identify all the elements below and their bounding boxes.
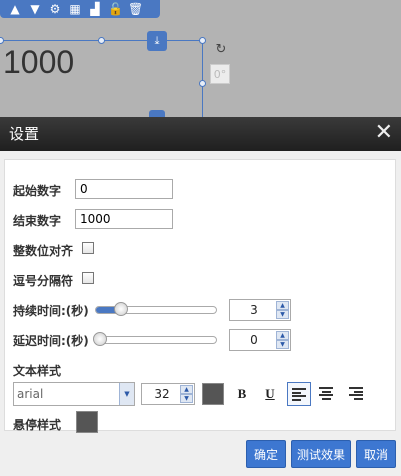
chevron-down-icon[interactable]: ▼: [119, 383, 134, 405]
comma-separator-label: 逗号分隔符: [13, 274, 74, 288]
dialog-title: 设置: [9, 125, 40, 143]
duration-label: 持续时间:(秒): [13, 304, 89, 318]
delay-slider-thumb[interactable]: [93, 332, 107, 346]
spin-down-icon[interactable]: ▼: [180, 394, 193, 403]
close-icon[interactable]: ✕: [375, 120, 393, 146]
spin-down-icon[interactable]: ▼: [276, 340, 289, 349]
font-family-value: arial: [17, 387, 44, 401]
duration-value: 3: [250, 303, 258, 317]
counter-number-display: 1000: [3, 44, 75, 80]
start-number-input[interactable]: [75, 179, 173, 199]
text-color-swatch[interactable]: [202, 383, 224, 405]
align-center-button[interactable]: [315, 382, 339, 406]
duration-slider[interactable]: [95, 302, 217, 316]
delay-spinner[interactable]: 0 ▲ ▼: [229, 329, 291, 351]
delay-slider[interactable]: [93, 332, 217, 346]
chevron-down-icon[interactable]: ▼: [28, 1, 42, 17]
end-number-label: 结束数字: [13, 214, 62, 228]
align-left-button[interactable]: [287, 382, 311, 406]
element-toolbar: ▲ ▼ ⚙ ▦ ▟ 🔓 🗑: [0, 0, 160, 18]
end-number-input[interactable]: [75, 209, 173, 229]
underline-button[interactable]: U: [258, 382, 282, 406]
font-family-select[interactable]: arial ▼: [13, 382, 135, 406]
align-right-button[interactable]: [345, 382, 369, 406]
align-center-icon: [319, 387, 333, 400]
duration-spinner[interactable]: 3 ▲ ▼: [229, 299, 291, 321]
bar-chart-icon[interactable]: ▟: [88, 1, 102, 17]
rotation-degree-button[interactable]: 0°: [210, 64, 230, 84]
font-size-value: 32: [154, 387, 170, 401]
spin-down-icon[interactable]: ▼: [276, 310, 289, 319]
hover-style-label: 悬停样式: [13, 418, 62, 432]
bold-button[interactable]: B: [230, 382, 254, 406]
resize-handle[interactable]: [199, 80, 206, 87]
font-size-spinner[interactable]: 32 ▲ ▼: [141, 383, 195, 405]
align-right-icon: [349, 387, 363, 400]
spin-up-icon[interactable]: ▲: [276, 301, 289, 310]
duration-slider-thumb[interactable]: [114, 302, 128, 316]
gear-icon[interactable]: ⚙: [48, 1, 62, 17]
integer-align-checkbox[interactable]: [82, 242, 94, 254]
cancel-button[interactable]: 取消: [356, 440, 396, 468]
align-left-icon: [292, 388, 306, 401]
delay-value: 0: [250, 333, 258, 347]
download-icon[interactable]: ⤓: [147, 31, 167, 51]
spin-up-icon[interactable]: ▲: [276, 331, 289, 340]
comma-separator-checkbox[interactable]: [82, 272, 94, 284]
spin-up-icon[interactable]: ▲: [180, 385, 193, 394]
dialog-header: 设置 ✕: [0, 117, 401, 151]
resize-handle[interactable]: [199, 37, 206, 44]
trash-icon[interactable]: 🗑: [128, 1, 143, 17]
text-style-label: 文本样式: [13, 364, 62, 378]
delay-label: 延迟时间:(秒): [13, 334, 89, 348]
lock-icon[interactable]: 🔓: [108, 1, 123, 17]
rotate-icon[interactable]: ↻: [213, 42, 229, 58]
integer-align-label: 整数位对齐: [13, 244, 74, 258]
confirm-button[interactable]: 确定: [246, 440, 286, 468]
settings-panel: 起始数字 结束数字 整数位对齐 逗号分隔符 持续时间:(秒) 3 ▲ ▼ 延迟时…: [4, 159, 396, 433]
hover-color-swatch[interactable]: [76, 411, 98, 433]
test-effect-button[interactable]: 测试效果: [291, 440, 351, 468]
resize-handle[interactable]: [98, 37, 105, 44]
chevron-up-icon[interactable]: ▲: [8, 1, 22, 17]
table-icon[interactable]: ▦: [68, 1, 82, 17]
dialog-body: 起始数字 结束数字 整数位对齐 逗号分隔符 持续时间:(秒) 3 ▲ ▼ 延迟时…: [0, 151, 401, 476]
start-number-label: 起始数字: [13, 184, 62, 198]
